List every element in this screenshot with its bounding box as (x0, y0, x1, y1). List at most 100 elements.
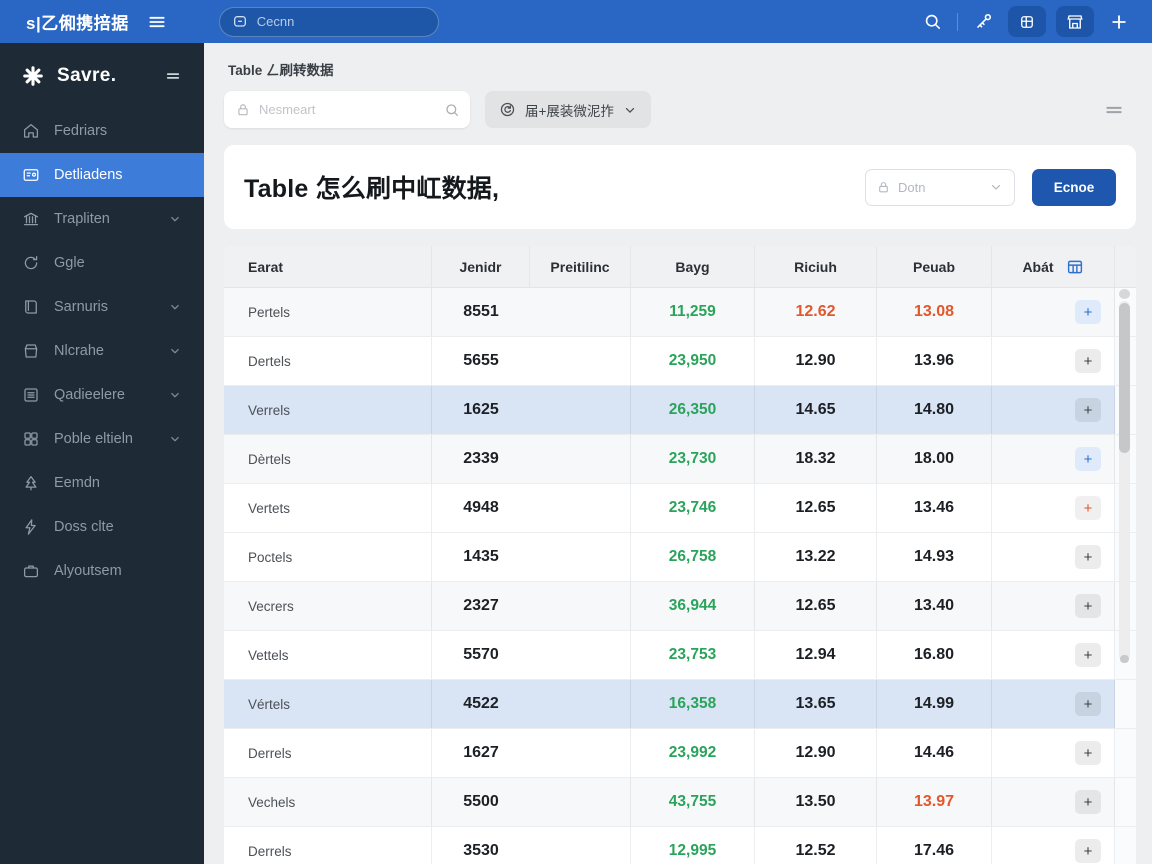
cell-peuab: 13.97 (877, 778, 992, 826)
cell-peuab: 17.46 (877, 827, 992, 864)
lock-icon (877, 181, 890, 194)
sidebar-item-fedriars[interactable]: Fedriars (0, 109, 204, 153)
column-header-preitilinc: Preitilinc (530, 246, 631, 287)
sidebar-item-qadieelere[interactable]: Qadieelere (0, 373, 204, 417)
table-row[interactable]: Poctels 1435 26,758 13.22 14.93 + (224, 533, 1136, 582)
sidebar-item-doss-clte[interactable]: Doss clte (0, 505, 204, 549)
shop-icon (22, 342, 40, 360)
add-row-button[interactable]: + (1075, 300, 1101, 324)
add-row-button[interactable]: + (1075, 790, 1101, 814)
plus-icon[interactable] (1104, 7, 1134, 37)
sidebar-nav: Fedriars Detliadens Trapliten Ggle Sarnuris N… (0, 109, 204, 593)
table-scrollbar[interactable] (1118, 289, 1131, 669)
cell-bayg: 12,995 (631, 827, 755, 864)
filter-row: 届+展装微泥拃 (224, 91, 1136, 128)
cell-action: + (992, 729, 1115, 777)
table-row[interactable]: Vechels 5500 43,755 13.50 13.97 + (224, 778, 1136, 827)
sidebar-item-label: Fedriars (54, 123, 108, 139)
filter-search[interactable] (224, 91, 470, 128)
table-row[interactable]: Dertels 5655 23,950 12.90 13.96 + (224, 337, 1136, 386)
table-settings-icon[interactable] (1066, 258, 1084, 276)
key-icon[interactable] (968, 7, 998, 37)
table-row[interactable]: Vértels 4522 16,358 13.65 14.99 + (224, 680, 1136, 729)
table-row[interactable]: Derrels 1627 23,992 12.90 14.46 + (224, 729, 1136, 778)
sidebar-brand: Savre. (0, 43, 204, 109)
primary-action-button[interactable]: Ecnoe (1032, 168, 1116, 206)
add-row-button[interactable]: + (1075, 692, 1101, 716)
search-icon[interactable] (444, 102, 460, 118)
table-row[interactable]: Derrels 3530 12,995 12.52 17.46 + (224, 827, 1136, 864)
sidebar-item-poble-eltieln[interactable]: Poble eltieln (0, 417, 204, 461)
table-row[interactable]: Vertets 4948 23,746 12.65 13.46 + (224, 484, 1136, 533)
column-header-ab-t: Abát (992, 246, 1115, 287)
add-row-button[interactable]: + (1075, 447, 1101, 471)
sidebar-item-label: Qadieelere (54, 387, 125, 403)
chat-search-icon (232, 14, 248, 30)
bolt-icon (22, 518, 40, 536)
table-row[interactable]: Pertels 8551 11,259 12.62 13.08 + (224, 288, 1136, 337)
table-row[interactable]: Vecrers 2327 36,944 12.65 13.40 + (224, 582, 1136, 631)
sidebar-item-eemdn[interactable]: Eemdn (0, 461, 204, 505)
cell-preitilinc (530, 533, 631, 581)
filter-search-input[interactable] (259, 102, 435, 117)
cell-jenidr: 5500 (463, 793, 499, 810)
sidebar-item-ggle[interactable]: Ggle (0, 241, 204, 285)
cell-peuab: 14.93 (877, 533, 992, 581)
cell-preitilinc (530, 435, 631, 483)
table-row[interactable]: Vettels 5570 23,753 12.94 16.80 + (224, 631, 1136, 680)
search-icon[interactable] (917, 7, 947, 37)
home-icon (22, 122, 40, 140)
sidebar-collapse-icon[interactable] (164, 67, 182, 85)
cell-earat: Vecrers (224, 582, 432, 630)
sidebar-item-detliadens[interactable]: Detliadens (0, 153, 204, 197)
table-row[interactable]: Dèrtels 2339 23,730 18.32 18.00 + (224, 435, 1136, 484)
column-header-jenidr: Jenidr (432, 246, 530, 287)
cell-jenidr: 3530 (463, 842, 499, 859)
add-row-button[interactable]: + (1075, 545, 1101, 569)
add-row-button[interactable]: + (1075, 594, 1101, 618)
add-row-button[interactable]: + (1075, 741, 1101, 765)
cell-riciuh: 12.90 (755, 337, 877, 385)
grid-icon[interactable] (1008, 6, 1046, 37)
sidebar-item-label: Doss clte (54, 519, 114, 535)
sidebar-item-nlcrahe[interactable]: Nlcrahe (0, 329, 204, 373)
sidebar-item-label: Alyoutsem (54, 563, 122, 579)
cell-jenidr: 5655 (463, 352, 499, 369)
cell-preitilinc (530, 288, 631, 336)
cell-action: + (992, 288, 1115, 336)
cell-bayg: 23,730 (631, 435, 755, 483)
topbar-search-input[interactable] (256, 14, 387, 29)
sidebar-item-alyoutsem[interactable]: Alyoutsem (0, 549, 204, 593)
add-row-button[interactable]: + (1075, 496, 1101, 520)
row-gutter (1115, 729, 1136, 777)
id-card-icon (22, 166, 40, 184)
sidebar-item-sarnuris[interactable]: Sarnuris (0, 285, 204, 329)
table-row[interactable]: Verrels 1625 26,350 14.65 14.80 + (224, 386, 1136, 435)
scrollbar-top-dot (1119, 289, 1130, 299)
sidebar-item-label: Eemdn (54, 475, 100, 491)
scrollbar-thumb[interactable] (1119, 303, 1130, 453)
cell-preitilinc (530, 778, 631, 826)
cell-riciuh: 12.94 (755, 631, 877, 679)
title-select[interactable]: Dotn (865, 168, 1015, 206)
chevron-down-icon (168, 432, 182, 446)
store-icon[interactable] (1056, 6, 1094, 37)
add-row-button[interactable]: + (1075, 643, 1101, 667)
sidebar-item-trapliten[interactable]: Trapliten (0, 197, 204, 241)
menu-icon[interactable] (147, 12, 167, 32)
filter-settings-icon[interactable] (1104, 100, 1124, 120)
topbar-search[interactable] (218, 6, 439, 37)
add-row-button[interactable]: + (1075, 349, 1101, 373)
add-row-button[interactable]: + (1075, 398, 1101, 422)
briefcase-icon (22, 562, 40, 580)
row-gutter (1115, 827, 1136, 864)
cell-preitilinc (530, 386, 631, 434)
cell-riciuh: 12.65 (755, 582, 877, 630)
cell-action: + (992, 533, 1115, 581)
cell-preitilinc (530, 631, 631, 679)
lock-icon (236, 103, 250, 117)
sidebar-item-label: Poble eltieln (54, 431, 133, 447)
add-row-button[interactable]: + (1075, 839, 1101, 863)
cell-action: + (992, 337, 1115, 385)
filter-dropdown[interactable]: 届+展装微泥拃 (485, 91, 651, 128)
